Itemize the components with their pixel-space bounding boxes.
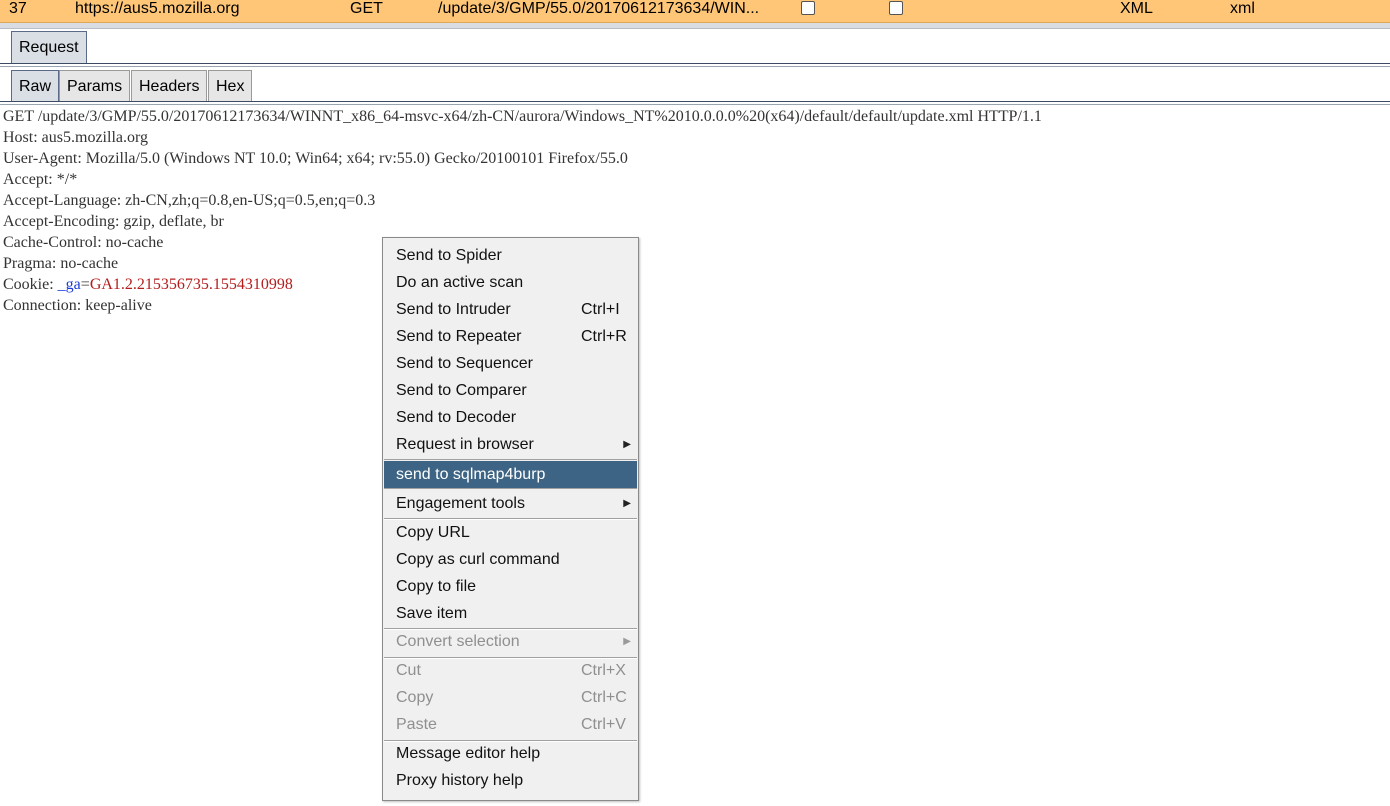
menu-item-message-editor-help[interactable]: Message editor help [384,740,637,767]
header-host: Host: aus5.mozilla.org [3,129,149,146]
menu-item-engagement-tools[interactable]: Engagement tools ▶ [384,490,637,517]
row-host: https://aus5.mozilla.org [75,0,240,17]
row-params-checkbox[interactable] [801,1,815,15]
row-url: /update/3/GMP/55.0/20170612173634/WIN... [438,0,760,17]
header-accept: Accept: */* [3,171,78,188]
tab-request[interactable]: Request [11,31,87,64]
header-cache-control: Cache-Control: no-cache [3,234,164,251]
menu-item-send-to-repeater[interactable]: Send to Repeater Ctrl+R [384,323,637,350]
menu-item-proxy-history-help[interactable]: Proxy history help [384,767,637,794]
history-table-lower-strip [0,23,1390,29]
tab-params[interactable]: Params [59,70,131,102]
raw-tab-divider [0,101,1390,102]
menu-item-active-scan[interactable]: Do an active scan [384,269,637,296]
tab-hex[interactable]: Hex [208,70,253,102]
menu-item-send-to-sequencer[interactable]: Send to Sequencer [384,350,637,377]
request-tab-divider-inner [0,66,1390,67]
shortcut-intruder: Ctrl+I [581,301,620,318]
header-cookie: Cookie: _ga=GA1.2.215356735.1554310998 [3,274,1387,295]
menu-item-copy-url[interactable]: Copy URL [384,519,637,546]
header-accept-encoding: Accept-Encoding: gzip, deflate, br [3,213,224,230]
header-accept-language: Accept-Language: zh-CN,zh;q=0.8,en-US;q=… [3,192,376,209]
raw-request-editor[interactable]: GET /update/3/GMP/55.0/20170612173634/WI… [3,106,1387,316]
raw-tab-divider-inner [0,104,1390,105]
context-menu: Send to Spider Do an active scan Send to… [382,237,639,801]
menu-item-copy-as-curl[interactable]: Copy as curl command [384,546,637,573]
row-edited-checkbox[interactable] [889,1,903,15]
submenu-arrow-icon: ▶ [623,439,631,450]
menu-item-cut[interactable]: Cut Ctrl+X [384,657,637,684]
menu-item-copy[interactable]: Copy Ctrl+C [384,684,637,711]
cookie-value: GA1.2.215356735.1554310998 [89,276,293,293]
history-table-row-selected[interactable]: 37 https://aus5.mozilla.org GET /update/… [0,0,1390,23]
menu-item-send-to-decoder[interactable]: Send to Decoder [384,404,637,431]
cookie-name: _ga [57,276,81,293]
cookie-equals: = [80,276,90,293]
submenu-arrow-icon: ▶ [623,636,631,647]
menu-item-save-item[interactable]: Save item [384,600,637,627]
shortcut-copy: Ctrl+C [581,689,627,706]
menu-item-send-to-spider[interactable]: Send to Spider [384,242,637,269]
tab-headers[interactable]: Headers [131,70,208,102]
menu-separator [384,488,637,489]
menu-item-send-to-sqlmap4burp[interactable]: send to sqlmap4burp [384,461,637,488]
menu-item-request-in-browser[interactable]: Request in browser ▶ [384,431,637,458]
request-line: GET /update/3/GMP/55.0/20170612173634/WI… [3,108,1042,125]
header-pragma: Pragma: no-cache [3,255,119,272]
submenu-arrow-icon: ▶ [623,498,631,509]
header-connection: Connection: keep-alive [3,297,152,314]
shortcut-paste: Ctrl+V [581,716,626,733]
menu-separator [384,459,637,460]
menu-item-send-to-comparer[interactable]: Send to Comparer [384,377,637,404]
request-tab-divider [0,63,1390,64]
cookie-prefix: Cookie: [3,276,58,293]
menu-item-copy-to-file[interactable]: Copy to file [384,573,637,600]
menu-item-paste[interactable]: Paste Ctrl+V [384,711,637,738]
row-number: 37 [9,0,27,17]
shortcut-repeater: Ctrl+R [581,328,627,345]
row-mime-type: XML [1120,0,1153,17]
menu-item-send-to-intruder[interactable]: Send to Intruder Ctrl+I [384,296,637,323]
tab-raw[interactable]: Raw [11,70,60,102]
header-user-agent: User-Agent: Mozilla/5.0 (Windows NT 10.0… [3,150,628,167]
row-method: GET [350,0,383,17]
row-extension: xml [1230,0,1255,17]
shortcut-cut: Ctrl+X [581,662,626,679]
menu-item-convert-selection[interactable]: Convert selection ▶ [384,628,637,655]
